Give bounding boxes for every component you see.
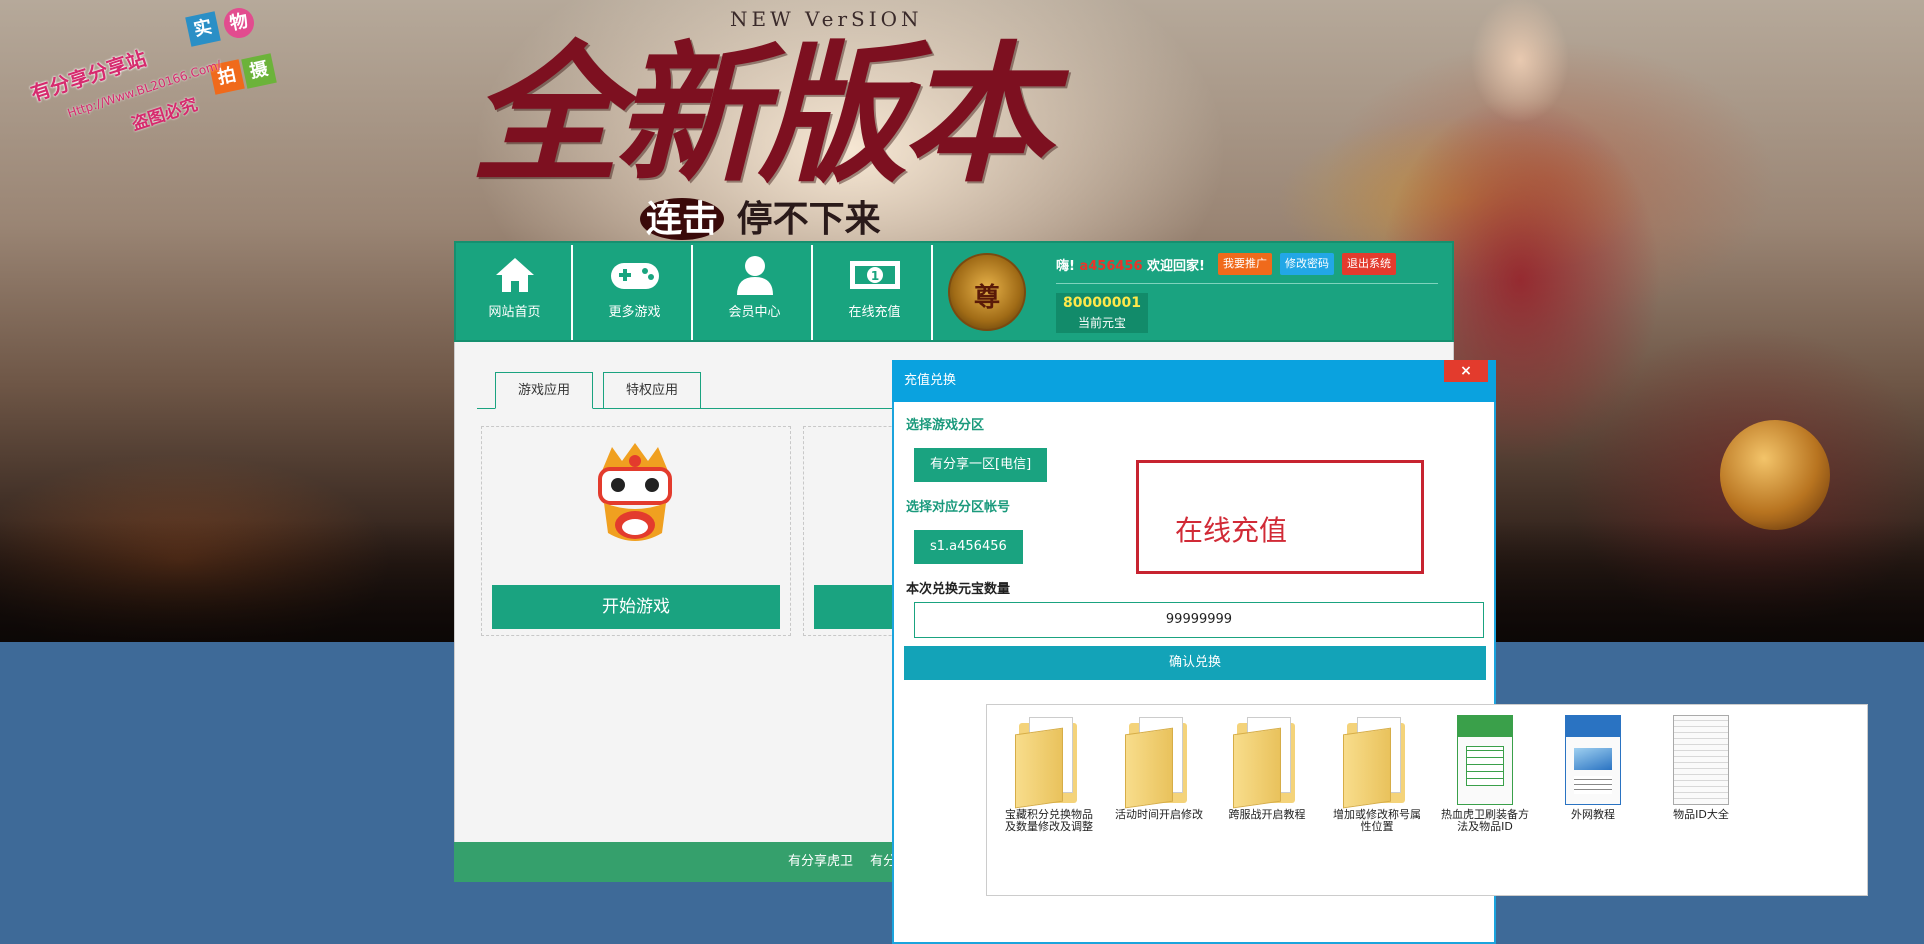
folder-icon [1015, 715, 1083, 809]
top-nav: 网站首页 更多游戏 会员中心 1 在线充值 尊 嗨! a456456 欢迎回家!… [454, 241, 1454, 342]
file-item[interactable]: 热血虎卫刷装备方法及物品ID [1437, 715, 1533, 833]
nav-item-label: 更多游戏 [608, 305, 661, 320]
file-name: 跨服战开启教程 [1228, 808, 1306, 821]
balance-label: 当前元宝 [1077, 316, 1126, 330]
footer-text: 有分享虎卫 [788, 854, 854, 869]
balance-box: 80000001 当前元宝 [1056, 293, 1148, 333]
close-icon[interactable]: × [1444, 360, 1488, 382]
tab-game-apps[interactable]: 游戏应用 [495, 372, 593, 409]
amount-label: 本次兑换元宝数量 [906, 582, 1011, 597]
tab-privilege-apps[interactable]: 特权应用 [603, 372, 701, 409]
file-name: 物品ID大全 [1673, 808, 1729, 821]
user-icon [736, 256, 773, 295]
gamepad-icon [610, 263, 659, 289]
folder-icon [1343, 715, 1411, 809]
watermark-badge: 实 [185, 11, 221, 47]
banner-subtitle: 连击 停不下来 [640, 190, 881, 242]
file-name: 热血虎卫刷装备方法及物品ID [1441, 808, 1529, 833]
nav-item-recharge[interactable]: 1 在线充值 [818, 245, 933, 340]
header-divider [1056, 283, 1438, 284]
watermark: 实 物 拍 摄 有分享分享站 Http://Www.BL20166.Com/ 盗… [28, 5, 288, 140]
greeting: 嗨! a456456 欢迎回家! [1056, 255, 1205, 274]
zone-label: 选择游戏分区 [906, 418, 985, 433]
change-password-button[interactable]: 修改密码 [1280, 253, 1334, 275]
file-explorer-overlay: 宝藏积分兑换物品及数量修改及调整 活动时间开启修改 跨服战开启教程 增加或修改称… [986, 704, 1868, 896]
file-item[interactable]: 活动时间开启修改 [1111, 715, 1207, 821]
file-item[interactable]: 外网教程 [1545, 715, 1641, 821]
banner-title: 全新版本 [470, 27, 1052, 203]
home-icon [495, 258, 534, 292]
money-icon: 1 [849, 261, 900, 289]
amount-input[interactable]: 99999999 [914, 602, 1484, 638]
avatar: 尊 [948, 253, 1026, 331]
greeting-suffix: 欢迎回家! [1147, 259, 1205, 274]
zone-option[interactable]: 有分享一区[电信] [914, 448, 1048, 482]
file-name: 宝藏积分兑换物品及数量修改及调整 [1005, 808, 1093, 833]
greeting-prefix: 嗨! [1056, 259, 1075, 274]
account-option[interactable]: s1.a456456 [914, 530, 1023, 564]
promote-button[interactable]: 我要推广 [1218, 253, 1272, 275]
account-label: 选择对应分区帐号 [906, 500, 1011, 515]
watermark-badge: 物 [221, 5, 257, 41]
annotation-box: 在线充值 [1136, 460, 1424, 574]
banner-subtitle-text: 停不下来 [736, 198, 881, 240]
annotation-text: 在线充值 [1175, 514, 1288, 547]
file-name: 增加或修改称号属性位置 [1333, 808, 1421, 833]
avatar-badge-text: 尊 [973, 283, 1000, 313]
username: a456456 [1079, 259, 1143, 274]
nav-item-member[interactable]: 会员中心 [698, 245, 813, 340]
nav-item-label: 会员中心 [728, 305, 781, 320]
balance-value: 80000001 [1063, 295, 1141, 311]
svg-text:1: 1 [870, 269, 878, 283]
golden-orb-decoration [1720, 420, 1830, 530]
text-file-icon [1667, 715, 1735, 807]
nav-item-more-games[interactable]: 更多游戏 [578, 245, 693, 340]
nav-item-home[interactable]: 网站首页 [458, 245, 573, 340]
nav-item-label: 网站首页 [488, 305, 541, 320]
game-card: 开始游戏 [481, 426, 791, 636]
file-item[interactable]: 宝藏积分兑换物品及数量修改及调整 [1001, 715, 1097, 833]
watermark-badge: 摄 [241, 53, 277, 89]
file-name: 活动时间开启修改 [1115, 808, 1203, 821]
folder-icon [1233, 715, 1301, 809]
start-game-button[interactable]: 开始游戏 [492, 585, 780, 629]
logout-button[interactable]: 退出系统 [1342, 253, 1396, 275]
modal-title: 充值兑换 [892, 360, 1496, 402]
document-icon [1559, 715, 1627, 807]
file-item[interactable]: 跨服战开启教程 [1219, 715, 1315, 821]
spreadsheet-icon [1451, 715, 1519, 807]
folder-icon [1125, 715, 1193, 809]
user-panel: 尊 嗨! a456456 欢迎回家! 我要推广 修改密码 退出系统 800000… [936, 243, 1454, 340]
file-item[interactable]: 增加或修改称号属性位置 [1329, 715, 1425, 833]
file-name: 外网教程 [1571, 808, 1615, 821]
nav-item-label: 在线充值 [848, 305, 901, 320]
confirm-exchange-button[interactable]: 确认兑换 [904, 646, 1486, 680]
lion-dance-icon [598, 443, 672, 541]
file-item[interactable]: 物品ID大全 [1653, 715, 1749, 821]
banner-subtitle-highlight: 连击 [640, 198, 725, 240]
